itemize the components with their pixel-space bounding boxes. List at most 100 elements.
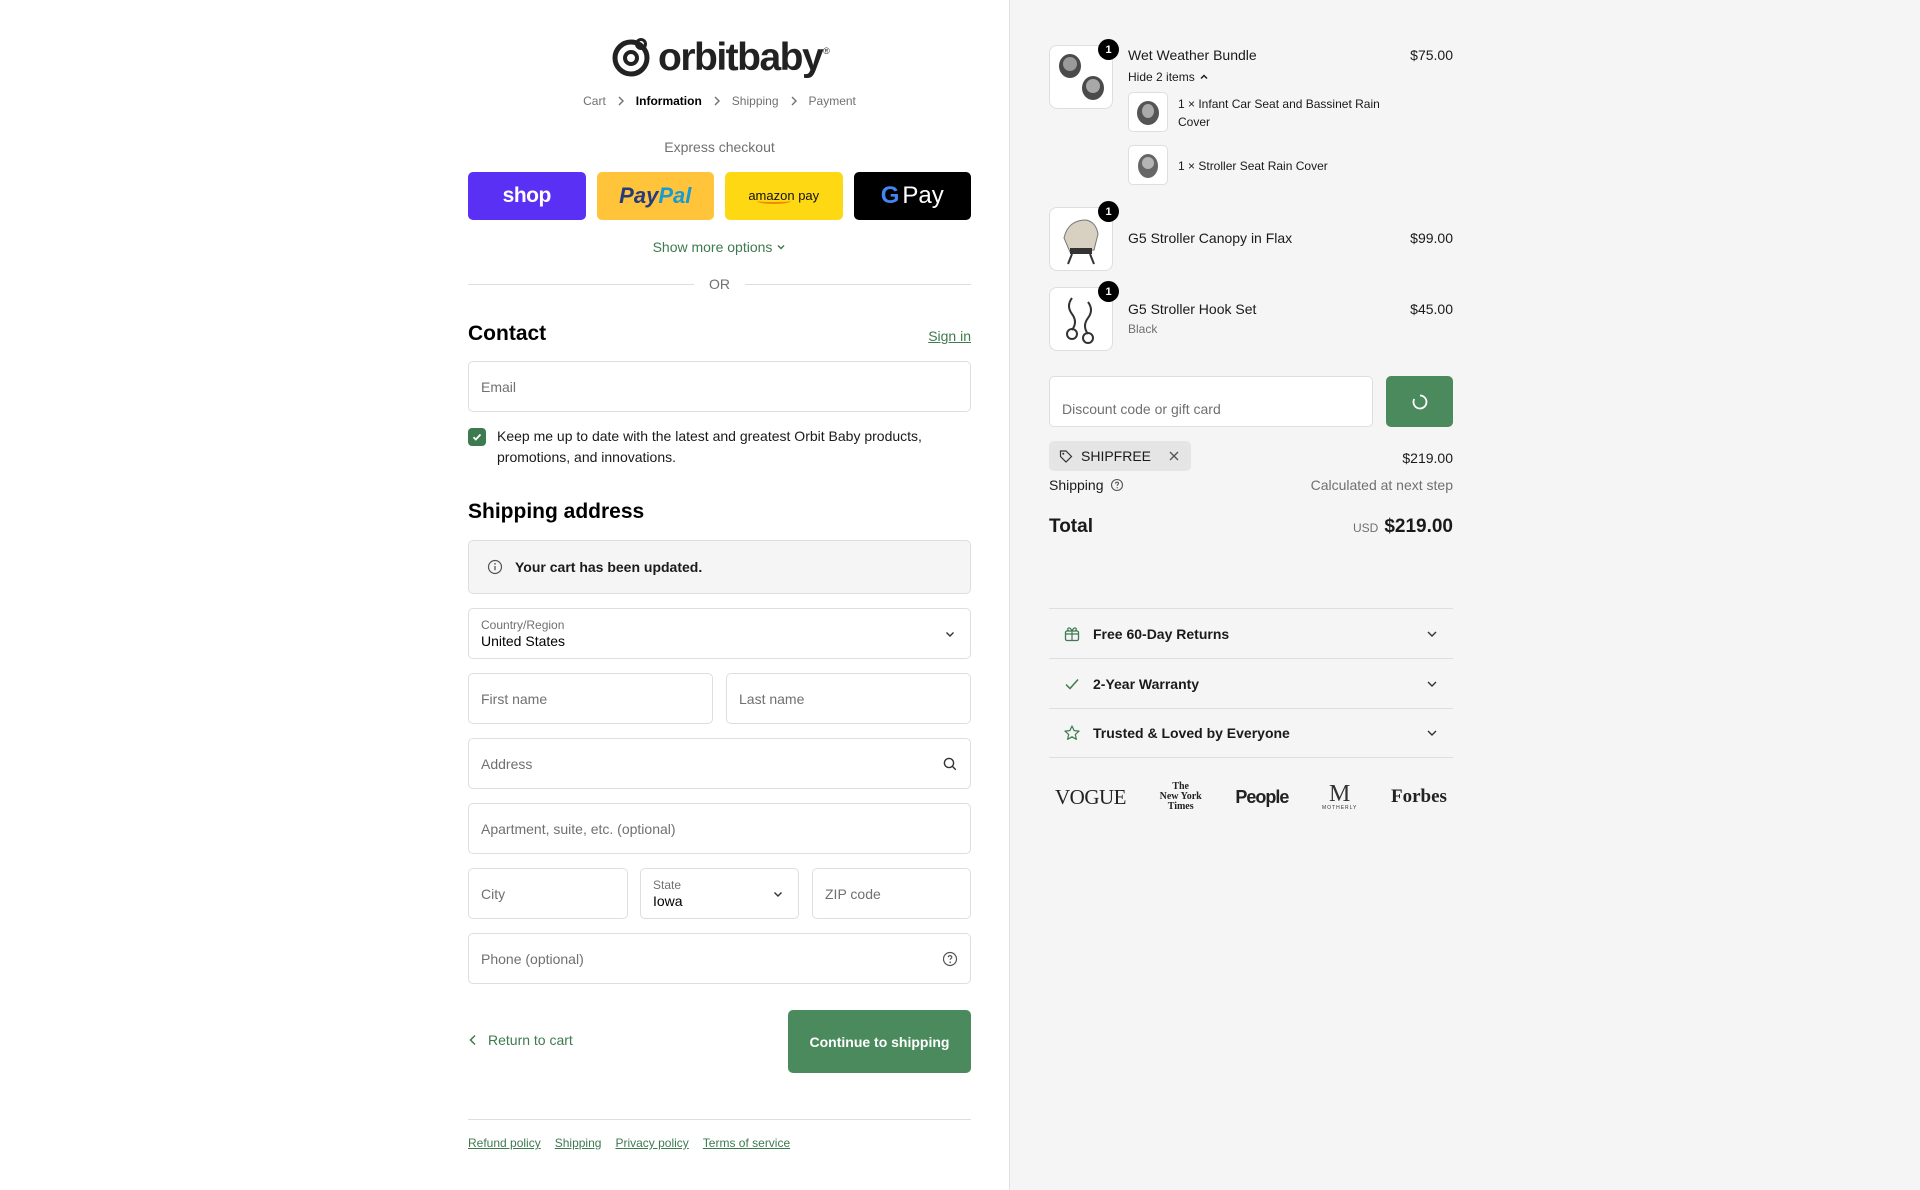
paypal-label-pay: Pay bbox=[619, 183, 659, 208]
hide-items-toggle[interactable]: Hide 2 items bbox=[1128, 70, 1209, 84]
item-name: G5 Stroller Canopy in Flax bbox=[1128, 230, 1293, 246]
motherly-logo-mark: M bbox=[1329, 781, 1351, 807]
chevron-right-icon bbox=[712, 96, 722, 106]
chevron-down-icon bbox=[1427, 631, 1437, 637]
close-icon[interactable] bbox=[1167, 449, 1181, 463]
discount-placeholder: Discount code or gift card bbox=[1062, 401, 1221, 417]
express-payment-buttons: shop Pay Pal amazon pay G Pay bbox=[468, 172, 971, 220]
chevron-down-icon bbox=[1427, 681, 1437, 687]
first-name-field[interactable]: First name bbox=[468, 673, 713, 724]
divider-line bbox=[745, 283, 971, 285]
accordion-label: Trusted & Loved by Everyone bbox=[1093, 725, 1290, 741]
shipping-policy-link[interactable]: Shipping bbox=[555, 1136, 602, 1150]
nyt-logo-line3: Times bbox=[1167, 801, 1194, 812]
zip-field[interactable]: ZIP code bbox=[812, 868, 971, 919]
or-divider: OR bbox=[468, 276, 971, 292]
shipping-value: Calculated at next step bbox=[1310, 477, 1453, 493]
help-icon[interactable] bbox=[942, 951, 958, 967]
paypal-button[interactable]: Pay Pal bbox=[596, 172, 714, 220]
chevron-down-icon bbox=[777, 244, 785, 250]
divider-line bbox=[468, 283, 694, 285]
newsletter-label: Keep me up to date with the latest and g… bbox=[497, 428, 922, 465]
breadcrumb-shipping: Shipping bbox=[731, 94, 779, 108]
address-field[interactable]: Address bbox=[468, 738, 971, 789]
shop-pay-button[interactable]: shop bbox=[468, 172, 586, 220]
privacy-policy-link[interactable]: Privacy policy bbox=[615, 1136, 688, 1150]
apartment-field[interactable]: Apartment, suite, etc. (optional) bbox=[468, 803, 971, 854]
show-more-options-label: Show more options bbox=[652, 239, 773, 255]
motherly-logo-text: MOTHERLY bbox=[1321, 805, 1358, 811]
total-row: Total USD $219.00 bbox=[1049, 516, 1453, 538]
show-more-options-link[interactable]: Show more options bbox=[468, 239, 971, 255]
help-icon[interactable] bbox=[1110, 478, 1124, 492]
sub-item-image bbox=[1128, 145, 1168, 185]
brand-trademark: ® bbox=[823, 46, 830, 56]
city-field[interactable]: City bbox=[468, 868, 628, 919]
amazon-pay-button[interactable]: amazon pay bbox=[725, 172, 843, 220]
newsletter-checkbox[interactable] bbox=[468, 428, 486, 446]
last-name-field[interactable]: Last name bbox=[726, 673, 971, 724]
notice-text: Your cart has been updated. bbox=[515, 559, 703, 575]
refund-policy-link[interactable]: Refund policy bbox=[468, 1136, 541, 1150]
state-label: State bbox=[653, 878, 682, 892]
quantity-badge: 1 bbox=[1098, 281, 1119, 302]
search-icon bbox=[943, 757, 957, 771]
total-amount-group: USD $219.00 bbox=[1353, 516, 1453, 538]
chevron-right-icon bbox=[616, 96, 626, 106]
nyt-logo: The New York Times bbox=[1160, 782, 1202, 812]
phone-field[interactable]: Phone (optional) bbox=[468, 933, 971, 984]
email-placeholder: Email bbox=[481, 379, 517, 395]
apartment-placeholder: Apartment, suite, etc. (optional) bbox=[481, 821, 676, 837]
product-image-wet-weather-bundle: 1 bbox=[1049, 39, 1119, 109]
terms-of-service-link[interactable]: Terms of service bbox=[703, 1136, 790, 1150]
shop-pay-label: shop bbox=[502, 184, 552, 207]
or-label: OR bbox=[709, 276, 730, 292]
state-select[interactable]: State Iowa bbox=[640, 868, 799, 919]
chevron-right-icon bbox=[789, 96, 799, 106]
accordion-warranty[interactable]: 2-Year Warranty bbox=[1049, 658, 1453, 708]
accordion-trusted[interactable]: Trusted & Loved by Everyone bbox=[1049, 708, 1453, 758]
star-icon bbox=[1064, 725, 1080, 740]
check-icon bbox=[472, 433, 482, 441]
item-price: $75.00 bbox=[1410, 47, 1453, 63]
return-to-cart-link[interactable]: Return to cart bbox=[468, 1032, 573, 1048]
phone-placeholder: Phone (optional) bbox=[481, 951, 584, 967]
vogue-logo: VOGUE bbox=[1055, 784, 1127, 809]
accordion-returns[interactable]: Free 60-Day Returns bbox=[1049, 608, 1453, 658]
hide-items-label: Hide 2 items bbox=[1128, 70, 1195, 84]
loading-spinner-icon bbox=[1412, 394, 1427, 409]
zip-placeholder: ZIP code bbox=[825, 886, 881, 902]
check-icon bbox=[1065, 678, 1079, 690]
amazon-smile-icon bbox=[756, 198, 791, 204]
shipping-address-title: Shipping address bbox=[468, 500, 645, 523]
quantity-badge: 1 bbox=[1098, 201, 1119, 222]
newsletter-option: Keep me up to date with the latest and g… bbox=[468, 426, 971, 468]
sign-in-link[interactable]: Sign in bbox=[928, 328, 971, 344]
brand-logo[interactable]: orbitbaby ® bbox=[610, 34, 832, 80]
total-amount: $219.00 bbox=[1384, 516, 1453, 537]
currency-code: USD bbox=[1352, 521, 1379, 535]
item-name: G5 Stroller Hook Set bbox=[1128, 301, 1257, 317]
apply-discount-button[interactable] bbox=[1386, 376, 1453, 427]
google-pay-button[interactable]: G Pay bbox=[853, 172, 971, 220]
gift-box-icon bbox=[1064, 626, 1080, 641]
google-pay-label: Pay bbox=[902, 182, 944, 209]
address-placeholder: Address bbox=[481, 756, 533, 772]
return-to-cart-label: Return to cart bbox=[488, 1032, 573, 1048]
breadcrumb-cart[interactable]: Cart bbox=[583, 94, 606, 108]
country-select[interactable]: Country/Region United States bbox=[468, 608, 971, 659]
sub-item-image bbox=[1128, 92, 1168, 132]
continue-label: Continue to shipping bbox=[809, 1033, 950, 1050]
product-image-hook-set: 1 bbox=[1049, 281, 1119, 351]
press-logos: VOGUE The New York Times People M MOTHER… bbox=[1049, 782, 1453, 812]
forbes-logo: Forbes bbox=[1391, 786, 1447, 807]
checkout-form-panel: orbitbaby ® Cart Information Shipping Pa… bbox=[0, 0, 1009, 1190]
contact-title: Contact bbox=[468, 322, 547, 345]
item-variant: Black bbox=[1128, 322, 1158, 336]
email-field[interactable]: Email bbox=[468, 361, 971, 412]
shipping-label-group: Shipping bbox=[1049, 477, 1124, 493]
city-placeholder: City bbox=[481, 886, 506, 902]
discount-code-field[interactable]: Discount code or gift card bbox=[1049, 376, 1373, 427]
google-g-icon: G bbox=[880, 182, 900, 209]
continue-to-shipping-button[interactable]: Continue to shipping bbox=[788, 1010, 971, 1073]
